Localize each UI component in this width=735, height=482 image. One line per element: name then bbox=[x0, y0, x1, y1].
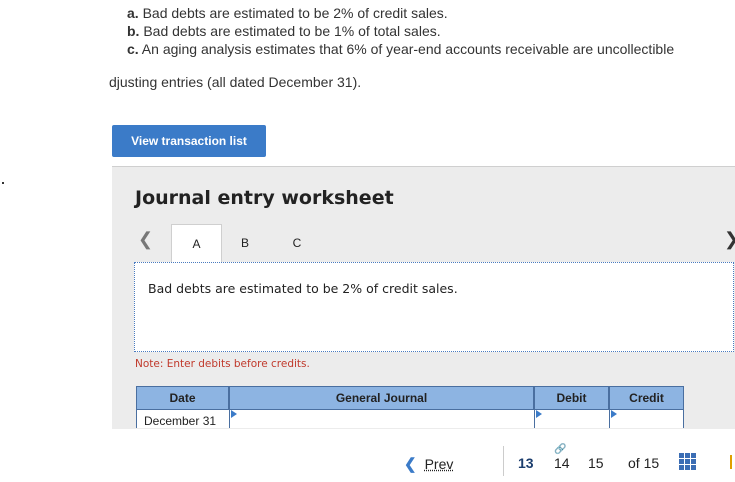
prev-button[interactable]: ❮ Prev bbox=[404, 455, 453, 473]
question-a: a. Bad debts are estimated to be 2% of c… bbox=[127, 5, 448, 21]
entry-description-box bbox=[134, 262, 734, 352]
date-cell[interactable]: December 31 bbox=[136, 410, 229, 428]
view-transaction-list-button[interactable]: View transaction list bbox=[112, 125, 266, 157]
prev-label: Prev bbox=[424, 456, 454, 472]
question-b: b. Bad debts are estimated to be 1% of t… bbox=[127, 23, 441, 39]
column-header-credit: Credit bbox=[609, 386, 684, 410]
column-header-debit: Debit bbox=[534, 386, 609, 410]
general-journal-cell[interactable] bbox=[229, 410, 534, 428]
note-text: Note: Enter debits before credits. bbox=[135, 358, 310, 370]
column-header-general-journal: General Journal bbox=[229, 386, 534, 410]
instruction-text: djusting entries (all dated December 31)… bbox=[109, 74, 362, 90]
chevron-left-icon: ❮ bbox=[404, 456, 417, 473]
question-c: c. An aging analysis estimates that 6% o… bbox=[127, 41, 675, 57]
chevron-left-icon[interactable]: ❮ bbox=[138, 229, 153, 250]
tab-b[interactable]: B bbox=[235, 224, 255, 262]
debit-marker-icon bbox=[536, 410, 542, 418]
debit-cell[interactable] bbox=[534, 410, 609, 428]
column-header-date: Date bbox=[136, 386, 229, 410]
tab-c[interactable]: C bbox=[287, 224, 307, 262]
page-13[interactable]: 13 bbox=[518, 455, 534, 471]
next-edge-mark[interactable] bbox=[730, 455, 732, 469]
worksheet-title: Journal entry worksheet bbox=[135, 187, 394, 209]
entry-description: Bad debts are estimated to be 2% of cred… bbox=[148, 281, 458, 296]
tab-a[interactable]: A bbox=[171, 224, 222, 263]
bullet-dot bbox=[2, 182, 4, 184]
credit-marker-icon bbox=[611, 410, 617, 418]
chevron-right-icon[interactable]: ❯ bbox=[724, 229, 735, 250]
credit-cell[interactable] bbox=[609, 410, 684, 428]
grid-icon[interactable] bbox=[679, 453, 696, 470]
footer-divider bbox=[503, 446, 504, 476]
account-marker-icon bbox=[231, 410, 237, 418]
page-15[interactable]: 15 bbox=[588, 455, 604, 471]
page-total: of 15 bbox=[628, 455, 660, 471]
link-icon: 🔗 bbox=[554, 444, 567, 455]
page-14[interactable]: 14 bbox=[554, 455, 570, 471]
